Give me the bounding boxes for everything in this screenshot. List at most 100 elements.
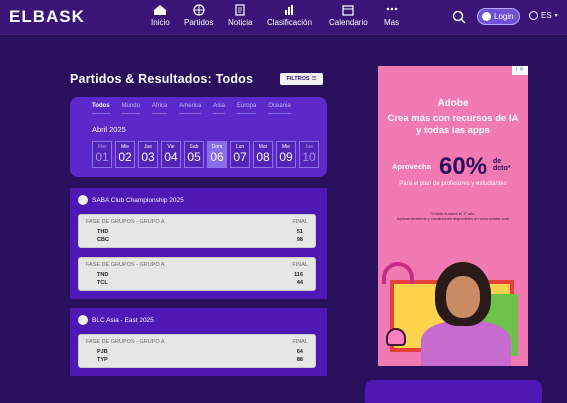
- tab-europa[interactable]: Europa: [236, 103, 257, 114]
- competition-block: SABA Club Championship 2025 FASE DE GRUP…: [70, 188, 327, 299]
- day-number: 09: [279, 150, 293, 164]
- match-status: FINAL: [292, 219, 308, 225]
- tab-todos[interactable]: Todos: [92, 103, 110, 114]
- score-away: 44: [296, 280, 303, 286]
- ad-legal-2: Aplican términos y condiciones disponibl…: [396, 216, 510, 222]
- nav-inicio[interactable]: Inicio: [151, 4, 170, 27]
- chevron-down-icon: ▾: [554, 13, 558, 19]
- match-phase: FASE DE GRUPOS - GRUPO A: [86, 219, 165, 225]
- day-number: 01: [95, 150, 109, 164]
- team-home: THD: [97, 229, 109, 235]
- competition-name: SABA Club Championship 2025: [92, 196, 184, 204]
- calendar-icon: [342, 5, 354, 16]
- day-button[interactable]: Mie 02: [115, 141, 135, 168]
- filter-icon: ☰: [311, 76, 317, 82]
- match-phase: FASE DE GRUPOS - GRUPO A: [86, 262, 165, 268]
- day-number: 02: [118, 150, 132, 164]
- ad-brand: Adobe: [437, 98, 469, 109]
- tab-africa[interactable]: Africa: [151, 103, 168, 114]
- day-button[interactable]: Mar 08: [253, 141, 273, 168]
- nav-noticia[interactable]: Noticia: [228, 4, 252, 27]
- score-home: 64: [296, 349, 303, 355]
- team-away: TYP: [97, 357, 108, 363]
- competition-logo-icon: [78, 315, 88, 325]
- match-status: FINAL: [292, 339, 308, 345]
- login-button[interactable]: Login: [477, 8, 520, 25]
- day-button[interactable]: Mar 01: [92, 141, 112, 168]
- day-button-selected[interactable]: Dom 06: [207, 141, 227, 168]
- tab-america[interactable]: America: [179, 103, 202, 114]
- match-card[interactable]: FASE DE GRUPOS - GRUPO A FINAL TND 116 T…: [78, 257, 316, 291]
- match-card[interactable]: FASE DE GRUPOS - GRUPO A FINAL THD 51 CB…: [78, 214, 316, 248]
- match-card[interactable]: FASE DE GRUPOS - GRUPO A FINAL PJB 64 TY…: [78, 334, 316, 368]
- match-status: FINAL: [292, 262, 308, 268]
- day-number: 08: [256, 150, 270, 164]
- login-label: Login: [494, 12, 514, 21]
- day-number: 07: [233, 150, 247, 164]
- competition-block: BLC Asia - East 2025 FASE DE GRUPOS - GR…: [70, 308, 327, 376]
- day-button[interactable]: Vie 04: [161, 141, 181, 168]
- filters-button[interactable]: FILTROS ☰: [280, 73, 323, 85]
- nav-partidos[interactable]: Partidos: [184, 4, 213, 27]
- nav-clasificacion[interactable]: Clasificación: [267, 4, 312, 27]
- adobe-ad-banner[interactable]: i ✕ Adobe Crea más con recursos de IA y …: [378, 66, 528, 366]
- site-logo[interactable]: ELBASK: [9, 7, 85, 27]
- ad-info-icon[interactable]: i ✕: [512, 66, 528, 75]
- ad-offer-suffix-2: dcto*: [493, 165, 511, 173]
- score-away: 98: [296, 237, 303, 243]
- top-navigation-bar: ELBASK Inicio Partidos Noticia Clasifica…: [0, 0, 567, 35]
- day-button[interactable]: Mie 09: [276, 141, 296, 168]
- tab-oceania[interactable]: Oceania: [268, 103, 291, 114]
- user-icon: [482, 12, 491, 21]
- day-button[interactable]: Sab 05: [184, 141, 204, 168]
- score-home: 51: [296, 229, 303, 235]
- nav-mas[interactable]: Mas: [384, 4, 399, 27]
- ad-legal: *Válido durante el 1º año. Aplican térmi…: [386, 211, 520, 221]
- ad-offer-suffix-1: de: [493, 158, 502, 165]
- nav-label: Calendario: [329, 18, 368, 27]
- home-icon: [154, 5, 167, 15]
- more-dots-icon: [386, 7, 397, 11]
- competition-header[interactable]: BLC Asia - East 2025: [78, 315, 154, 325]
- ad-offer-percent: 60%: [439, 153, 488, 180]
- team-home: PJB: [97, 349, 108, 355]
- sidebar-card: [365, 380, 542, 403]
- search-icon[interactable]: [452, 10, 466, 24]
- ad-person-body: [421, 321, 511, 366]
- competition-logo-icon: [78, 195, 88, 205]
- bar-chart-icon: [285, 5, 294, 15]
- competition-name: BLC Asia - East 2025: [92, 316, 154, 324]
- globe-icon: [529, 11, 538, 20]
- nav-label: Partidos: [184, 18, 214, 27]
- match-phase: FASE DE GRUPOS - GRUPO A: [86, 339, 165, 345]
- team-home: TND: [97, 272, 109, 278]
- ad-offer-suffix: de dcto*: [493, 158, 511, 173]
- nav-label: Noticia: [228, 18, 253, 27]
- tab-mundo[interactable]: Mundo: [121, 103, 140, 114]
- tab-asia[interactable]: Asia: [213, 103, 225, 114]
- score-away: 88: [296, 357, 303, 363]
- region-tabs: Todos Mundo Africa America Asia Europa O…: [92, 103, 291, 114]
- news-icon: [235, 4, 245, 16]
- day-button[interactable]: Jue 10: [299, 141, 319, 168]
- day-number: 03: [141, 150, 155, 164]
- language-selector[interactable]: ES ▾: [529, 11, 558, 20]
- ad-headline: Crea más con recursos de IA y todas las …: [387, 113, 519, 136]
- day-button[interactable]: Jue 03: [138, 141, 158, 168]
- team-away: CBC: [97, 237, 109, 243]
- date-selector-panel: Todos Mundo Africa America Asia Europa O…: [70, 97, 327, 177]
- page-title: Partidos & Resultados: Todos: [70, 72, 254, 86]
- nav-calendario[interactable]: Calendario: [329, 4, 368, 27]
- month-label: Abril 2025: [92, 125, 126, 134]
- day-number: 04: [164, 150, 178, 164]
- day-button[interactable]: Lun 07: [230, 141, 250, 168]
- day-strip: Mar 01 Mie 02 Jue 03 Vie 04 Sab 05 Dom 06 Lun 0…: [92, 141, 319, 168]
- ad-subtext: Para el plan de profesores y estudiantes: [399, 181, 507, 187]
- nav-label: Mas: [384, 18, 400, 27]
- day-number: 05: [187, 150, 201, 164]
- filters-label: FILTROS: [286, 76, 310, 82]
- team-away: TCL: [97, 280, 108, 286]
- score-home: 116: [294, 272, 303, 278]
- competition-header[interactable]: SABA Club Championship 2025: [78, 195, 184, 205]
- day-number: 06: [210, 150, 224, 164]
